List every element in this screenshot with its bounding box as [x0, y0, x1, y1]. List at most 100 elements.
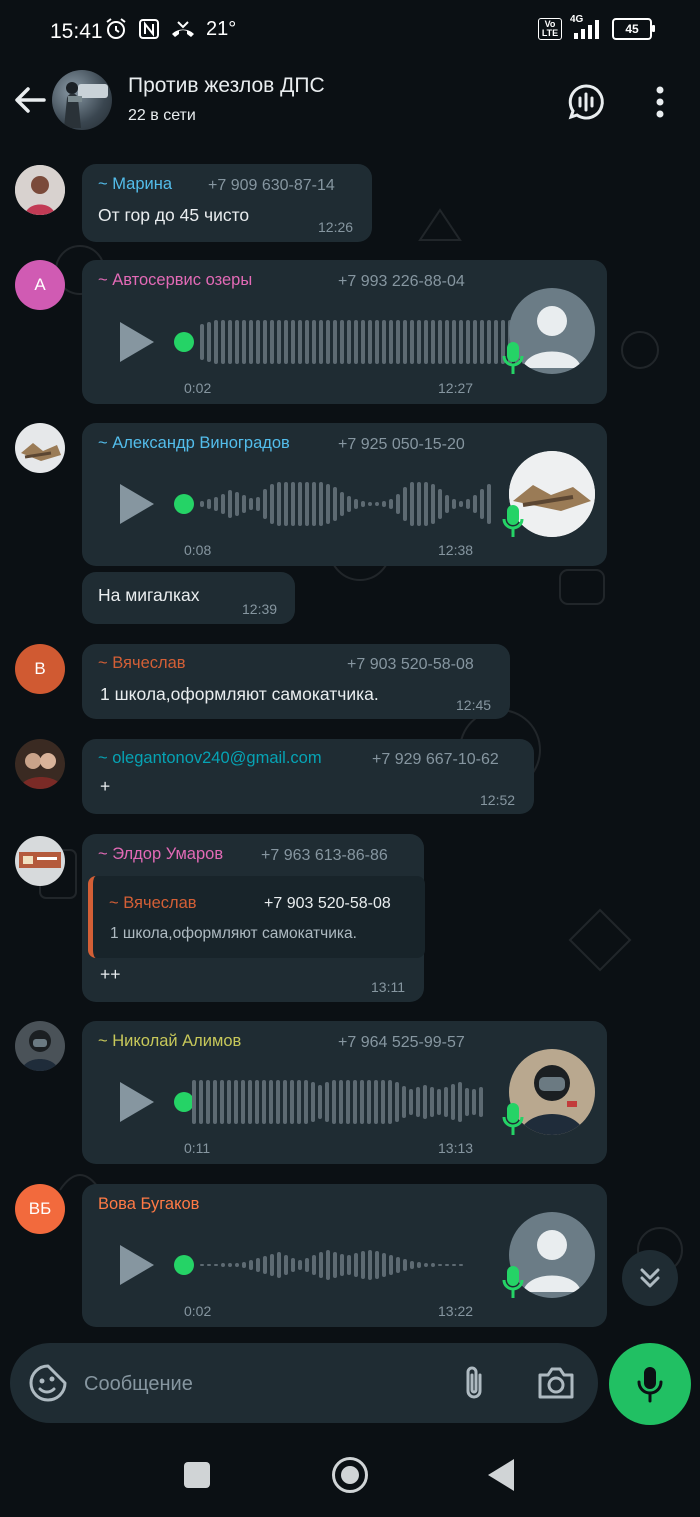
waveform-bar	[207, 1264, 211, 1266]
attach-button[interactable]	[458, 1363, 490, 1403]
mic-icon	[502, 342, 524, 374]
waveform-bar	[235, 1263, 239, 1267]
message-bubble[interactable]: ~ Вячеслав +7 903 520-58-08 1 школа,офор…	[82, 644, 510, 719]
message-time: 12:26	[318, 219, 354, 235]
play-icon[interactable]	[120, 1082, 154, 1122]
sender-name[interactable]: ~ Александр Виноградов	[98, 434, 290, 453]
quoted-phone: +7 903 520-58-08	[264, 895, 391, 912]
play-icon[interactable]	[120, 322, 154, 362]
reply-message-bubble[interactable]: ~ Элдор Умаров +7 963 613-86-86 ~ Вячесл…	[82, 834, 425, 1002]
waveform-bar	[388, 1080, 392, 1124]
quoted-message[interactable]: ~ Вячеслав +7 903 520-58-08 1 школа,офор…	[88, 876, 425, 958]
message-bubble[interactable]: ~ Марина +7 909 630-87-14 От гор до 45 ч…	[82, 164, 372, 242]
voice-message-bubble[interactable]: ~ Автосервис озеры +7 993 226-88-04 0:02…	[82, 260, 607, 404]
sender-name[interactable]: ~ olegantonov240@gmail.com	[98, 749, 322, 768]
waveform-bar	[473, 495, 477, 513]
message-list[interactable]: ~ Марина +7 909 630-87-14 От гор до 45 ч…	[0, 150, 700, 1340]
waveform-bar	[437, 1089, 441, 1115]
voice-duration: 0:11	[184, 1140, 211, 1156]
waveform-bar	[262, 1080, 266, 1124]
waveform-bar	[360, 1080, 364, 1124]
waveform-bar	[276, 1080, 280, 1124]
sticker-button[interactable]	[28, 1363, 68, 1403]
chat-header: Против жезлов ДПС 22 в сети	[0, 60, 700, 150]
voice-message-bubble[interactable]: ~ Николай Алимов +7 964 525-99-57 0:11 1…	[82, 1021, 607, 1164]
sender-phone: +7 963 613-86-86	[261, 847, 388, 864]
waveform-bar	[480, 320, 484, 364]
home-button[interactable]	[332, 1457, 368, 1493]
voice-chat-button[interactable]	[566, 82, 606, 122]
avatar[interactable]	[15, 165, 65, 215]
playback-dot[interactable]	[174, 1092, 194, 1112]
voice-message-bubble[interactable]: Вова Бугаков 0:02 13:22	[82, 1184, 607, 1327]
message-bubble[interactable]: ~ olegantonov240@gmail.com +7 929 667-10…	[82, 739, 534, 814]
play-icon[interactable]	[120, 484, 154, 524]
waveform-bar	[473, 320, 477, 364]
waveform-bar	[444, 1087, 448, 1117]
avatar[interactable]	[15, 739, 65, 789]
sender-name[interactable]: ~ Элдор Умаров	[98, 845, 223, 864]
playback-dot[interactable]	[174, 494, 194, 514]
recents-button[interactable]	[184, 1462, 210, 1488]
more-vert-icon	[656, 86, 664, 118]
voice-message-bubble[interactable]: ~ Александр Виноградов +7 925 050-15-20 …	[82, 423, 607, 566]
avatar[interactable]	[15, 423, 65, 473]
message-input[interactable]	[82, 1363, 446, 1405]
message-composer[interactable]	[10, 1343, 598, 1423]
message-time: 12:39	[242, 601, 278, 617]
camera-button[interactable]	[536, 1365, 576, 1401]
back-arrow-icon	[15, 87, 46, 113]
battery-level: 45	[625, 22, 639, 36]
group-avatar[interactable]	[52, 70, 112, 130]
waveform-bar	[375, 320, 379, 364]
waveform-bar	[354, 499, 358, 509]
menu-button[interactable]	[640, 82, 680, 122]
waveform-bar	[389, 1255, 393, 1275]
waveform[interactable]	[200, 1240, 463, 1290]
sender-name[interactable]: ~ Николай Алимов	[98, 1032, 241, 1051]
waveform[interactable]	[200, 479, 491, 529]
waveform-bar	[214, 497, 218, 511]
waveform-bar	[332, 1080, 336, 1124]
playback-dot[interactable]	[174, 1255, 194, 1275]
avatar[interactable]	[15, 1021, 65, 1071]
waveform-bar	[410, 482, 414, 526]
waveform-bar	[263, 1256, 267, 1274]
waveform-bar	[340, 1254, 344, 1276]
message-bubble[interactable]: На мигалках 12:39	[82, 572, 295, 624]
waveform-bar	[423, 1085, 427, 1119]
message-time: 12:45	[456, 697, 492, 713]
waveform-bar	[459, 501, 463, 507]
back-nav-button[interactable]	[488, 1459, 514, 1491]
waveform[interactable]	[192, 1077, 483, 1127]
battery-icon: 45	[612, 18, 655, 40]
waveform-bar	[200, 1264, 204, 1266]
voice-chat-icon	[568, 84, 604, 120]
avatar[interactable]: ВБ	[15, 1184, 65, 1234]
waveform-bar	[354, 1253, 358, 1277]
message-time: 12:27	[438, 380, 474, 396]
play-icon[interactable]	[120, 1245, 154, 1285]
waveform-bar	[319, 1252, 323, 1278]
waveform-bar	[206, 1080, 210, 1124]
waveform-bar	[389, 320, 393, 364]
back-button[interactable]	[12, 82, 52, 122]
waveform-bar	[221, 1263, 225, 1267]
voice-record-button[interactable]	[609, 1343, 691, 1425]
missed-call-icon	[172, 21, 194, 37]
sender-name[interactable]: ~ Автосервис озеры	[98, 271, 252, 290]
avatar[interactable]: B	[15, 644, 65, 694]
scroll-to-bottom-button[interactable]	[622, 1250, 678, 1306]
waveform-bar	[333, 320, 337, 364]
avatar[interactable]: A	[15, 260, 65, 310]
sender-name[interactable]: ~ Вячеслав	[98, 654, 186, 673]
waveform[interactable]	[200, 317, 554, 367]
group-title[interactable]: Против жезлов ДПС	[128, 74, 325, 98]
waveform-bar	[249, 498, 253, 510]
waveform-bar	[270, 484, 274, 524]
playback-dot[interactable]	[174, 332, 194, 352]
waveform-bar	[200, 324, 204, 360]
sender-name[interactable]: ~ Марина	[98, 175, 172, 194]
sender-name[interactable]: Вова Бугаков	[98, 1195, 199, 1214]
avatar[interactable]	[15, 836, 65, 886]
